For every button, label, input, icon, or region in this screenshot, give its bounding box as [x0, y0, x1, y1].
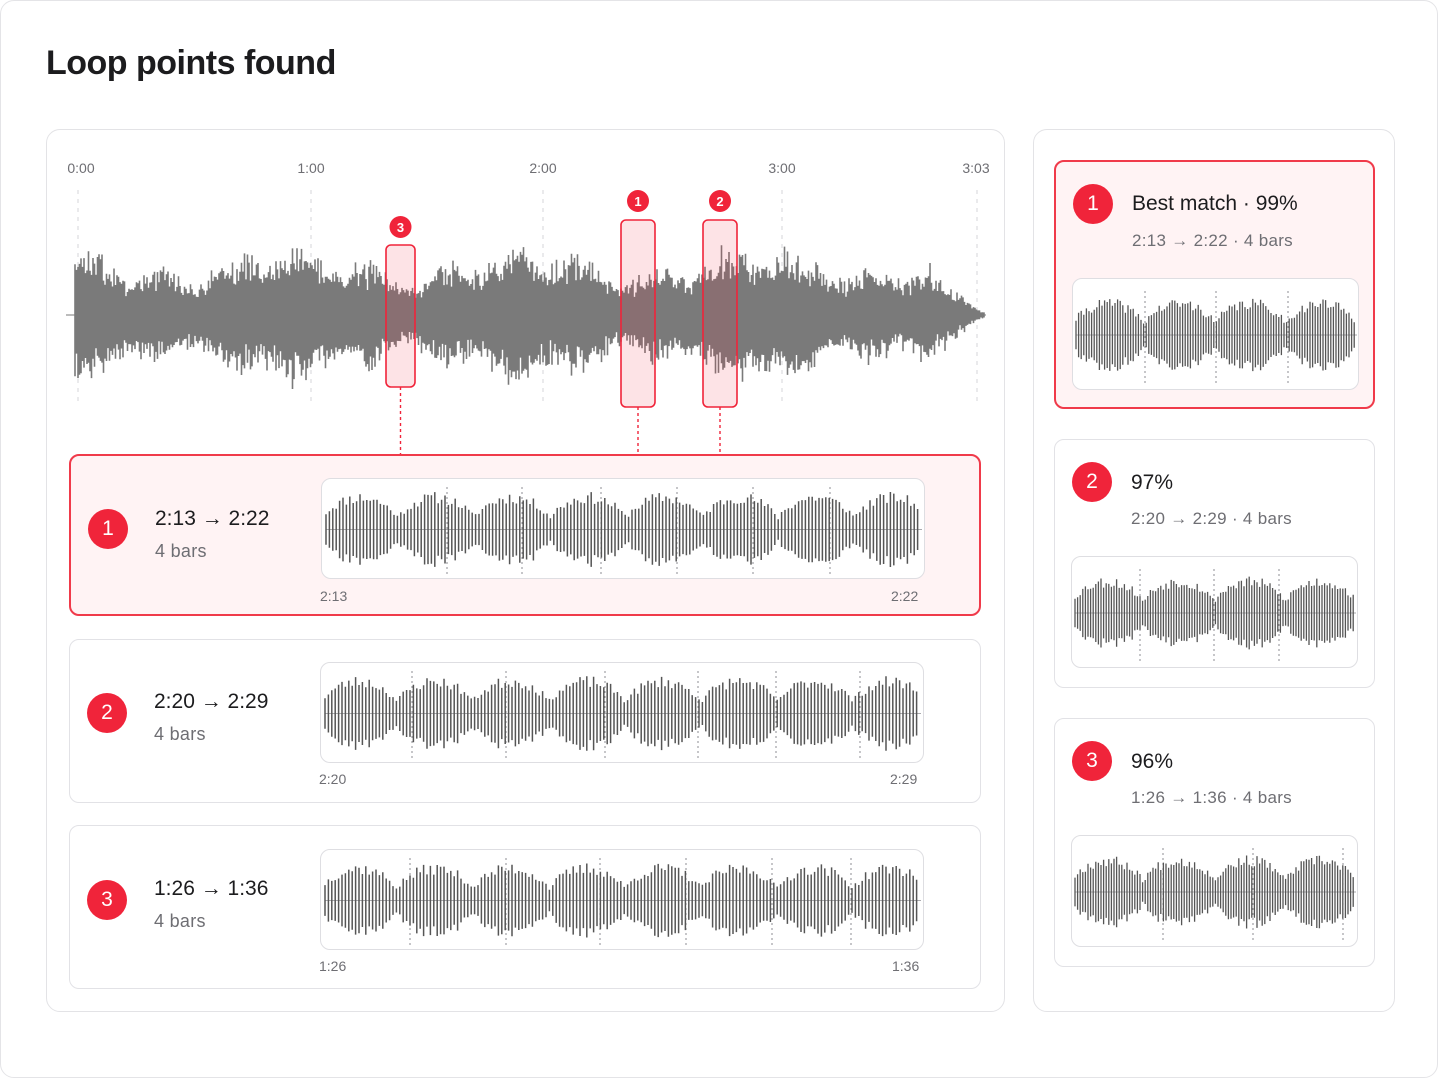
loop-bars: 4 bars [154, 911, 206, 931]
loop-number-badge: 1 [88, 509, 128, 549]
match-card-3[interactable]: 3 96% 1:26 → 1:36 · 4 bars [1054, 718, 1375, 967]
match-detail: 1:26 → 1:36 · 4 bars [1131, 788, 1292, 807]
loop-card-1[interactable]: 1 2:13 → 2:22 4 bars 2:13 2:22 [69, 454, 981, 616]
page-title: Loop points found [46, 44, 336, 82]
loop-range: 2:13 → 2:22 [155, 507, 270, 530]
loop-end-label: 2:29 [890, 771, 918, 787]
match-number-badge: 2 [1072, 462, 1112, 502]
tick-label: 0:00 [67, 160, 95, 176]
match-detail: 2:13 → 2:22 · 4 bars [1132, 231, 1293, 250]
loop-end-label: 2:22 [891, 588, 919, 604]
loop-number-badge: 2 [87, 693, 127, 733]
match-title: Best match · 99% [1132, 192, 1298, 215]
match-waveform [1071, 835, 1358, 947]
loop-waveform [320, 849, 924, 950]
loop-range: 1:26 → 1:36 [154, 877, 269, 900]
tick-label: 2:00 [529, 160, 557, 176]
match-title: 96% [1131, 750, 1174, 773]
loop-bars: 4 bars [155, 541, 207, 561]
loop-start-label: 1:26 [319, 958, 347, 974]
match-waveform [1071, 556, 1358, 668]
loop-card-3[interactable]: 3 1:26 → 1:36 4 bars 1:26 1:36 [69, 825, 981, 989]
match-card-2[interactable]: 2 97% 2:20 → 2:29 · 4 bars [1054, 439, 1375, 688]
loop-number-badge: 3 [87, 880, 127, 920]
loop-card-2[interactable]: 2 2:20 → 2:29 4 bars 2:20 2:29 [69, 639, 981, 803]
match-waveform [1072, 278, 1359, 390]
loop-waveform [321, 478, 925, 579]
match-card-1[interactable]: 1 Best match · 99% 2:13 → 2:22 · 4 bars [1054, 160, 1375, 409]
loop-waveform [320, 662, 924, 763]
loop-waveform-path [325, 492, 919, 567]
tick-label: 3:00 [768, 160, 796, 176]
match-number-badge: 3 [1072, 741, 1112, 781]
loop-waveform-path [324, 863, 918, 938]
loop-waveform-path [324, 676, 918, 751]
loop-end-label: 1:36 [892, 958, 920, 974]
match-title: 97% [1131, 471, 1174, 494]
match-number-badge: 1 [1073, 184, 1113, 224]
match-detail: 2:20 → 2:29 · 4 bars [1131, 509, 1292, 528]
loop-bars: 4 bars [154, 724, 206, 744]
tick-label: 1:00 [297, 160, 325, 176]
loop-start-label: 2:20 [319, 771, 347, 787]
loop-range: 2:20 → 2:29 [154, 690, 269, 713]
loop-start-label: 2:13 [320, 588, 348, 604]
tick-label: 3:03 [962, 160, 990, 176]
